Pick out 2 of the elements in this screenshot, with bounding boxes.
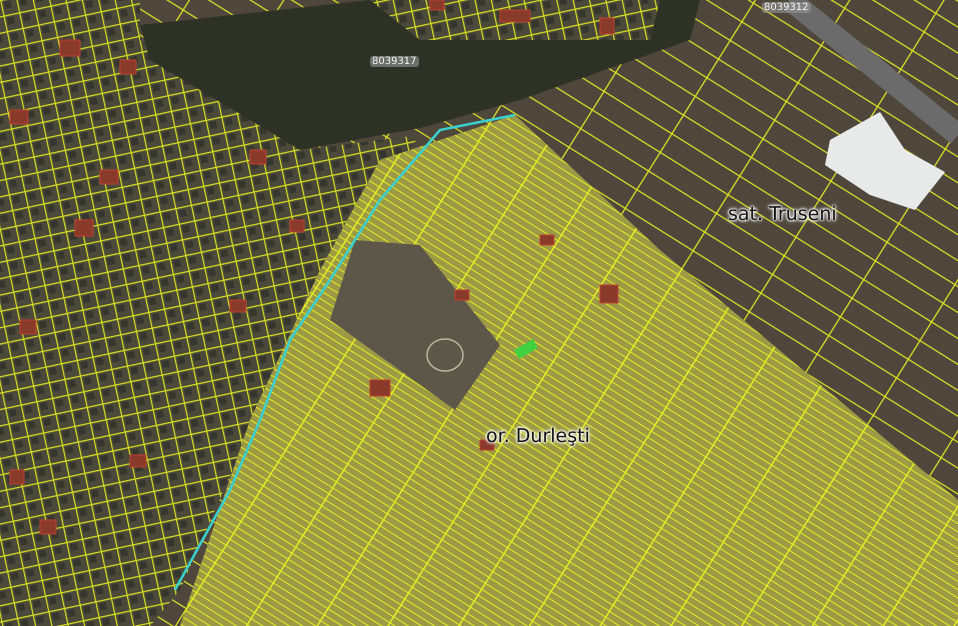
parcel-number-label: 8039312 — [762, 2, 811, 13]
parcel-number-label: 8039317 — [370, 56, 419, 67]
